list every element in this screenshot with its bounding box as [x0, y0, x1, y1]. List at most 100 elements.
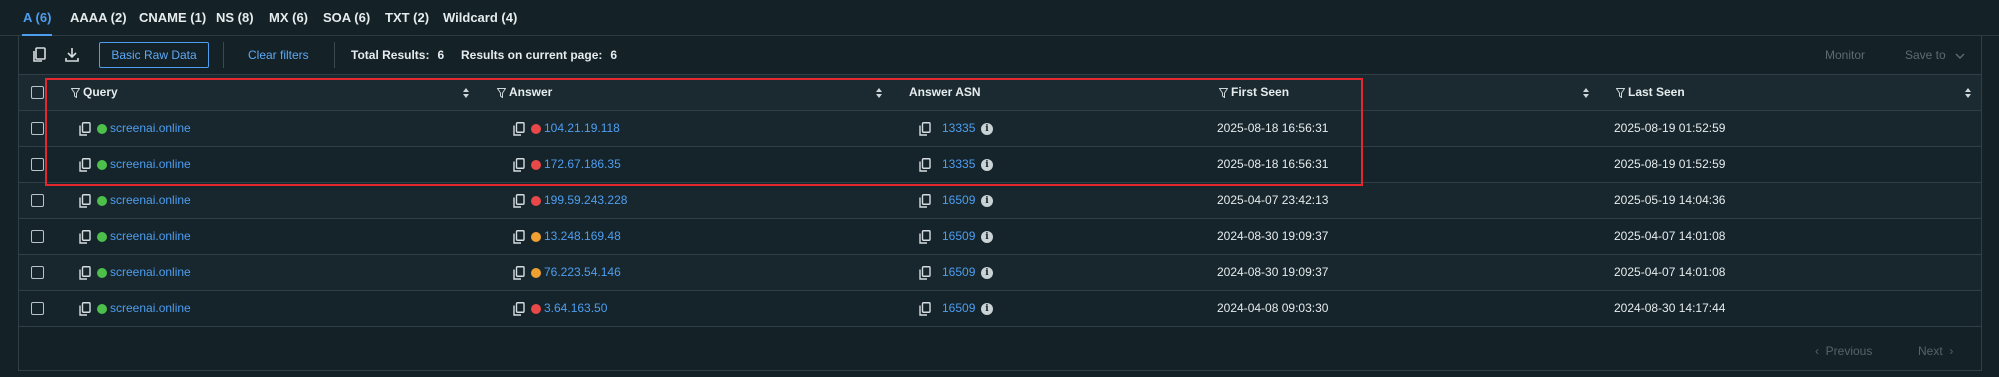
first-seen-value: 2024-04-08 09:03:30 [1217, 301, 1329, 315]
tab-txt[interactable]: TXT (2) [385, 0, 429, 36]
copy-icon[interactable] [513, 266, 525, 280]
status-dot [97, 304, 107, 314]
save-to-label: Save to [1905, 48, 1946, 62]
copy-icon[interactable] [919, 158, 931, 172]
table-row: screenai.online 76.223.54.146 16509 i 2024-0… [19, 254, 1981, 290]
table-row: screenai.online 199.59.243.228 16509 i 2025-… [19, 182, 1981, 218]
info-icon[interactable]: i [981, 123, 993, 135]
filter-icon[interactable] [1616, 87, 1625, 98]
tab-ns[interactable]: NS (8) [216, 0, 254, 36]
query-link[interactable]: screenai.online [110, 147, 191, 182]
sort-icon[interactable] [1582, 87, 1590, 99]
column-header-answer-asn[interactable]: Answer ASN [909, 75, 981, 110]
sort-icon[interactable] [875, 87, 883, 99]
copy-icon[interactable] [79, 230, 91, 244]
row-checkbox[interactable] [31, 194, 44, 207]
answer-link[interactable]: 3.64.163.50 [544, 291, 607, 326]
asn-link[interactable]: 16509 [942, 219, 975, 254]
tab-a[interactable]: A (6) [21, 0, 53, 36]
asn-link[interactable]: 16509 [942, 183, 975, 218]
asn-link[interactable]: 13335 [942, 147, 975, 182]
asn-link[interactable]: 13335 [942, 111, 975, 146]
last-seen-value: 2025-08-19 01:52:59 [1614, 121, 1726, 135]
answer-link[interactable]: 13.248.169.48 [544, 219, 621, 254]
row-checkbox[interactable] [31, 302, 44, 315]
last-seen-value: 2025-05-19 14:04:36 [1614, 193, 1726, 207]
row-checkbox[interactable] [31, 158, 44, 171]
filter-icon[interactable] [71, 87, 80, 98]
copy-icon[interactable] [919, 302, 931, 316]
copy-icon[interactable] [513, 230, 525, 244]
copy-icon[interactable] [919, 230, 931, 244]
copy-icon[interactable] [79, 122, 91, 136]
first-seen-value: 2025-08-18 16:56:31 [1217, 121, 1329, 135]
previous-page-button[interactable]: ‹ Previous [1815, 336, 1872, 366]
copy-icon[interactable] [79, 302, 91, 316]
row-checkbox[interactable] [31, 122, 44, 135]
last-seen-value: 2025-08-19 01:52:59 [1614, 157, 1726, 171]
info-icon[interactable]: i [981, 159, 993, 171]
record-type-tabs: A (6) AAAA (2) CNAME (1) NS (8) MX (6) S… [0, 0, 1999, 36]
query-link[interactable]: screenai.online [110, 291, 191, 326]
answer-link[interactable]: 104.21.19.118 [544, 111, 620, 146]
tab-mx[interactable]: MX (6) [269, 0, 308, 36]
column-header-first-seen[interactable]: First Seen [1219, 75, 1289, 110]
table-bottom-border [19, 326, 1981, 327]
query-link[interactable]: screenai.online [110, 111, 191, 146]
query-link[interactable]: screenai.online [110, 219, 191, 254]
first-seen-value: 2025-04-07 23:42:13 [1217, 193, 1329, 207]
copy-icon[interactable] [513, 122, 525, 136]
column-header-last-seen[interactable]: Last Seen [1616, 75, 1685, 110]
filter-icon[interactable] [1219, 87, 1228, 98]
copy-icon[interactable] [79, 266, 91, 280]
row-checkbox[interactable] [31, 230, 44, 243]
status-dot [531, 304, 541, 314]
copy-icon[interactable] [513, 194, 525, 208]
copy-icon[interactable] [513, 302, 525, 316]
filter-icon[interactable] [497, 87, 506, 98]
asn-link[interactable]: 16509 [942, 291, 975, 326]
copy-icon[interactable] [79, 194, 91, 208]
download-icon[interactable] [63, 46, 81, 64]
answer-link[interactable]: 199.59.243.228 [544, 183, 627, 218]
tab-cname[interactable]: CNAME (1) [139, 0, 206, 36]
copy-icon[interactable] [513, 158, 525, 172]
copy-icon[interactable] [919, 122, 931, 136]
chevron-right-icon: › [1949, 344, 1954, 358]
toolbar: Basic Raw Data Clear filters Total Resul… [19, 36, 1981, 74]
total-results-label: Total Results: [351, 48, 430, 62]
previous-label: Previous [1825, 344, 1873, 358]
results-panel: Basic Raw Data Clear filters Total Resul… [18, 36, 1982, 371]
info-icon[interactable]: i [981, 231, 993, 243]
table-row: screenai.online 104.21.19.118 13335 i 2025-0… [19, 110, 1981, 146]
tab-soa[interactable]: SOA (6) [323, 0, 370, 36]
column-header-answer[interactable]: Answer [497, 75, 552, 110]
basic-raw-data-button[interactable]: Basic Raw Data [99, 42, 209, 68]
row-checkbox[interactable] [31, 266, 44, 279]
copy-icon[interactable] [919, 194, 931, 208]
column-header-query[interactable]: Query [71, 75, 118, 110]
select-all-checkbox[interactable] [31, 86, 44, 99]
asn-link[interactable]: 16509 [942, 255, 975, 290]
query-link[interactable]: screenai.online [110, 255, 191, 290]
info-icon[interactable]: i [981, 195, 993, 207]
info-icon[interactable]: i [981, 267, 993, 279]
answer-link[interactable]: 76.223.54.146 [544, 255, 621, 290]
copy-icon[interactable] [79, 158, 91, 172]
save-to-button[interactable]: Save to [1905, 36, 1965, 74]
query-link[interactable]: screenai.online [110, 183, 191, 218]
next-page-button[interactable]: Next › [1918, 336, 1953, 366]
copy-icon[interactable] [31, 46, 49, 64]
info-icon[interactable]: i [981, 303, 993, 315]
chevron-down-icon [1955, 53, 1965, 59]
tab-aaaa[interactable]: AAAA (2) [70, 0, 127, 36]
tab-wildcard[interactable]: Wildcard (4) [443, 0, 517, 36]
copy-icon[interactable] [919, 266, 931, 280]
sort-icon[interactable] [462, 87, 470, 99]
clear-filters-button[interactable]: Clear filters [248, 36, 309, 74]
sort-icon[interactable] [1964, 87, 1972, 99]
monitor-button[interactable]: Monitor [1825, 36, 1865, 74]
last-seen-value: 2024-08-30 14:17:44 [1614, 301, 1726, 315]
answer-link[interactable]: 172.67.186.35 [544, 147, 621, 182]
status-dot [97, 160, 107, 170]
